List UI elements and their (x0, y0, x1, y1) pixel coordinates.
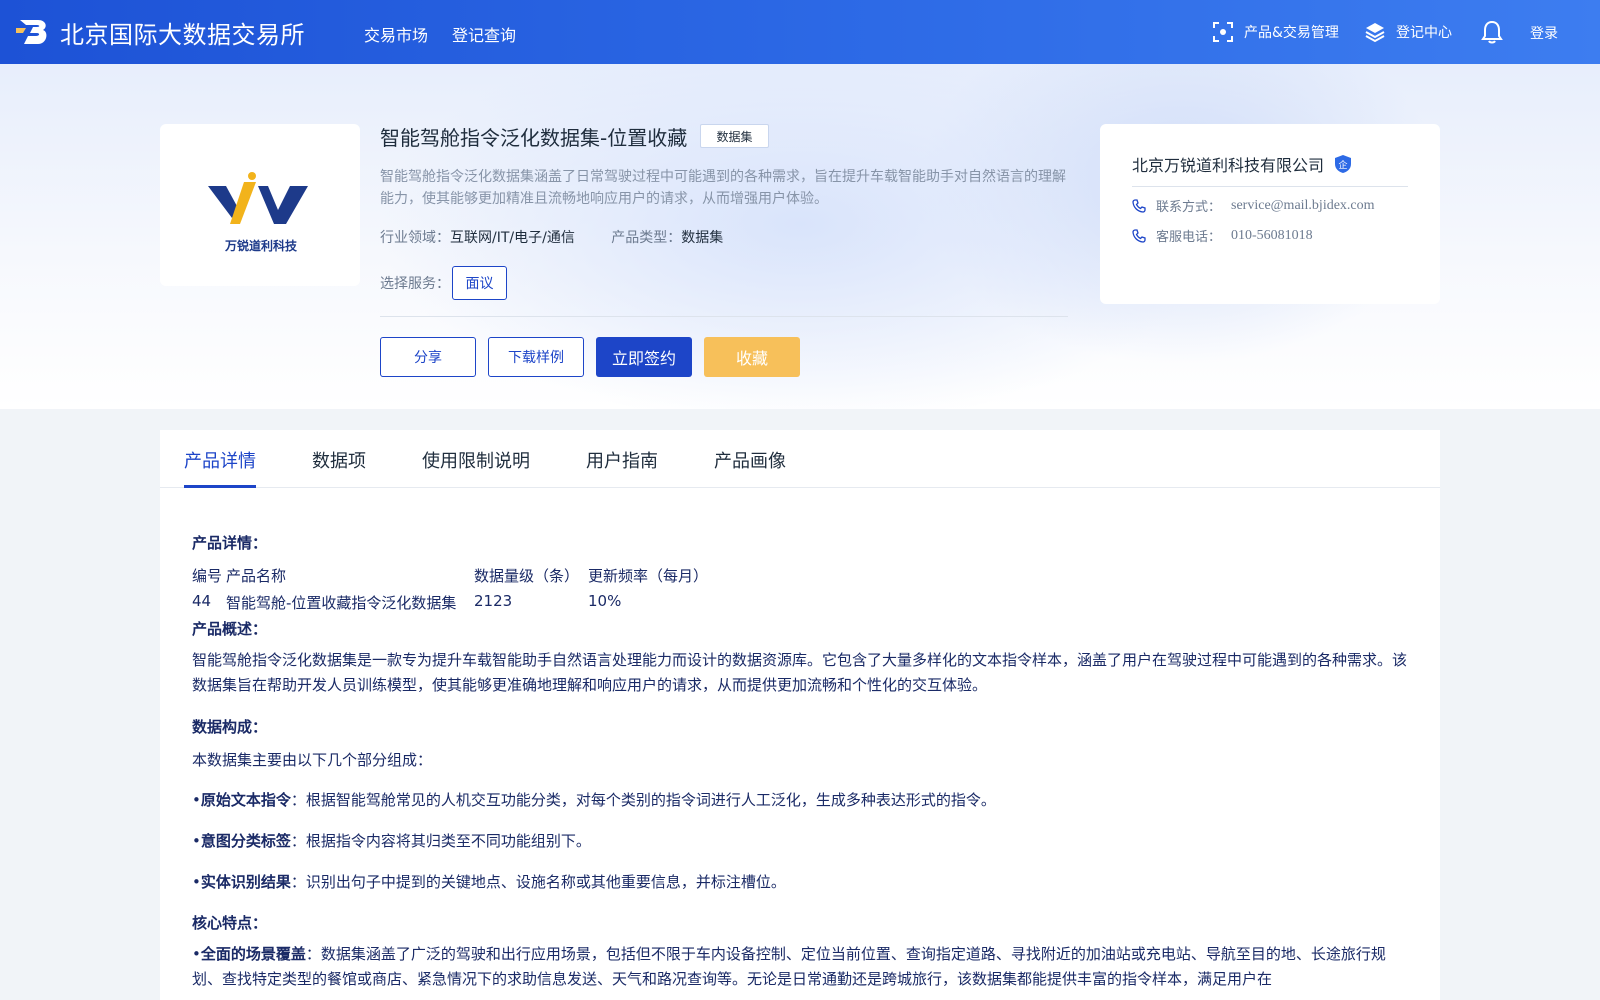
brand-title[interactable]: 北京国际大数据交易所 (60, 15, 305, 50)
detail-heading: 产品详情： (192, 534, 268, 552)
contact-phone-row: 客服电话： 010-56081018 (1132, 226, 1313, 245)
company-logo-caption: 万锐道利科技 (224, 238, 298, 253)
table-cell-volume: 2123 (474, 592, 513, 610)
register-center-label: 登记中心 (1396, 25, 1452, 41)
table-cell-name: 智能驾舱-位置收藏指令泛化数据集 (226, 594, 457, 612)
hero-divider (380, 316, 1068, 317)
tab-product-profile[interactable]: 产品画像 (714, 447, 786, 473)
feature-item: •全面的场景覆盖：数据集涵盖了广泛的驾驶和出行应用场景，包括但不限于车内设备控制… (192, 945, 1386, 988)
company-logo: 万锐道利科技 (208, 172, 308, 253)
favorite-button[interactable]: 收藏 (704, 337, 800, 377)
composition-item-text: ：根据智能驾舱常见的人机交互功能分类，对每个类别的指令词进行人工泛化，生成多种表… (290, 791, 996, 809)
vendor-name[interactable]: 北京万锐道利科技有限公司 (1132, 152, 1324, 176)
company-logo-card: 万锐道利科技 (160, 124, 360, 286)
composition-item-term: 原始文本指令 (200, 791, 291, 809)
nav-registration-query[interactable]: 登记查询 (452, 22, 516, 46)
table-cell-id: 44 (192, 592, 212, 610)
composition-item-term: 实体识别结果 (200, 873, 291, 891)
table-cell-frequency: 10% (588, 592, 622, 610)
vendor-badge-text: 企 (1339, 159, 1348, 171)
vendor-divider (1132, 186, 1408, 187)
composition-item: •意图分类标签：根据指令内容将其归类至不同功能组别下。 (192, 832, 591, 850)
industry-value: 互联网/IT/电子/通信 (450, 230, 575, 246)
tab-usage-limits[interactable]: 使用限制说明 (422, 447, 530, 473)
vendor-card: 北京万锐道利科技有限公司 企 联系方式： service@mail.bjidex… (1100, 124, 1440, 304)
product-type-value: 数据集 (681, 230, 724, 246)
sign-now-button[interactable]: 立即签约 (596, 337, 692, 377)
service-option-negotiable[interactable]: 面议 (452, 266, 507, 300)
industry-label: 行业领域： (380, 230, 450, 246)
feature-item-text: ：数据集涵盖了广泛的驾驶和出行应用场景，包括但不限于车内设备控制、定位当前位置、… (192, 945, 1386, 988)
product-type-label: 产品类型： (611, 230, 682, 246)
composition-item: •原始文本指令：根据智能驾舱常见的人机交互功能分类，对每个类别的指令词进行人工泛… (192, 791, 996, 809)
composition-item-text: ：识别出句子中提到的关键地点、设施名称或其他重要信息，并标注槽位。 (290, 873, 786, 891)
product-trading-management-label: 产品&交易管理 (1244, 25, 1339, 41)
contact-email[interactable]: service@mail.bjidex.com (1231, 198, 1375, 214)
shield-badge-icon: 企 (1335, 155, 1352, 173)
service-label: 选择服务： (380, 276, 450, 292)
product-meta-row: 行业领域：互联网/IT/电子/通信 产品类型：数据集 (380, 227, 755, 247)
active-tab-indicator (184, 485, 256, 488)
contact-email-row: 联系方式： service@mail.bjidex.com (1132, 196, 1375, 215)
phone-icon (1132, 198, 1146, 213)
service-select-row: 选择服务： 面议 (380, 266, 507, 300)
overview-text: 智能驾舱指令泛化数据集是一款专为提升车载智能助手自然语言处理能力而设计的数据资源… (192, 651, 1408, 694)
logo-icon[interactable] (16, 14, 52, 48)
contact-phone[interactable]: 010-56081018 (1231, 228, 1313, 244)
download-sample-button[interactable]: 下载样例 (488, 337, 584, 377)
login-link[interactable]: 登录 (1530, 23, 1558, 43)
composition-intro: 本数据集主要由以下几个部分组成： (192, 751, 433, 769)
product-title: 智能驾舱指令泛化数据集-位置收藏 (380, 126, 688, 150)
share-button[interactable]: 分享 (380, 337, 476, 377)
composition-heading: 数据构成： (192, 718, 268, 736)
table-header-frequency: 更新频率（每月） (588, 567, 709, 585)
composition-item: •实体识别结果：识别出句子中提到的关键地点、设施名称或其他重要信息，并标注槽位。 (192, 873, 786, 891)
product-type-tag: 数据集 (700, 124, 769, 148)
register-center-link[interactable]: 登记中心 (1364, 20, 1452, 44)
tab-product-detail[interactable]: 产品详情 (184, 447, 256, 473)
vendor-name-row: 北京万锐道利科技有限公司 企 (1132, 152, 1352, 176)
composition-item-text: ：根据指令内容将其归类至不同功能组别下。 (290, 832, 591, 850)
phone-label: 客服电话： (1156, 230, 1222, 245)
phone-icon (1132, 228, 1146, 243)
product-description: 智能驾舱指令泛化数据集涵盖了日常驾驶过程中可能遇到的各种需求，旨在提升车载智能助… (380, 169, 1066, 207)
overview-heading: 产品概述： (192, 620, 268, 638)
scan-icon (1213, 22, 1233, 42)
table-header-volume: 数据量级（条） (474, 567, 580, 585)
composition-item-term: 意图分类标签 (200, 832, 291, 850)
contact-label: 联系方式： (1156, 200, 1222, 215)
detail-tabs: 产品详情 数据项 使用限制说明 用户指南 产品画像 (160, 430, 1440, 488)
top-navigation-bar: 北京国际大数据交易所 交易市场 登记查询 产品&交易管理 登记中心 登录 (0, 0, 1600, 64)
feature-item-term: 全面的场景覆盖 (200, 945, 306, 963)
product-trading-management-link[interactable]: 产品&交易管理 (1212, 20, 1339, 44)
tab-user-guide[interactable]: 用户指南 (586, 447, 658, 473)
features-heading: 核心特点： (192, 914, 268, 932)
nav-trading-market[interactable]: 交易市场 (364, 22, 428, 46)
table-header-name: 产品名称 (226, 567, 287, 585)
layers-icon (1365, 23, 1385, 43)
bell-icon[interactable] (1481, 20, 1503, 44)
product-detail-panel: 产品详情 数据项 使用限制说明 用户指南 产品画像 产品详情： 编号 产品名称 … (160, 430, 1440, 1000)
table-header-id: 编号 (192, 567, 223, 585)
tab-data-items[interactable]: 数据项 (312, 447, 366, 473)
